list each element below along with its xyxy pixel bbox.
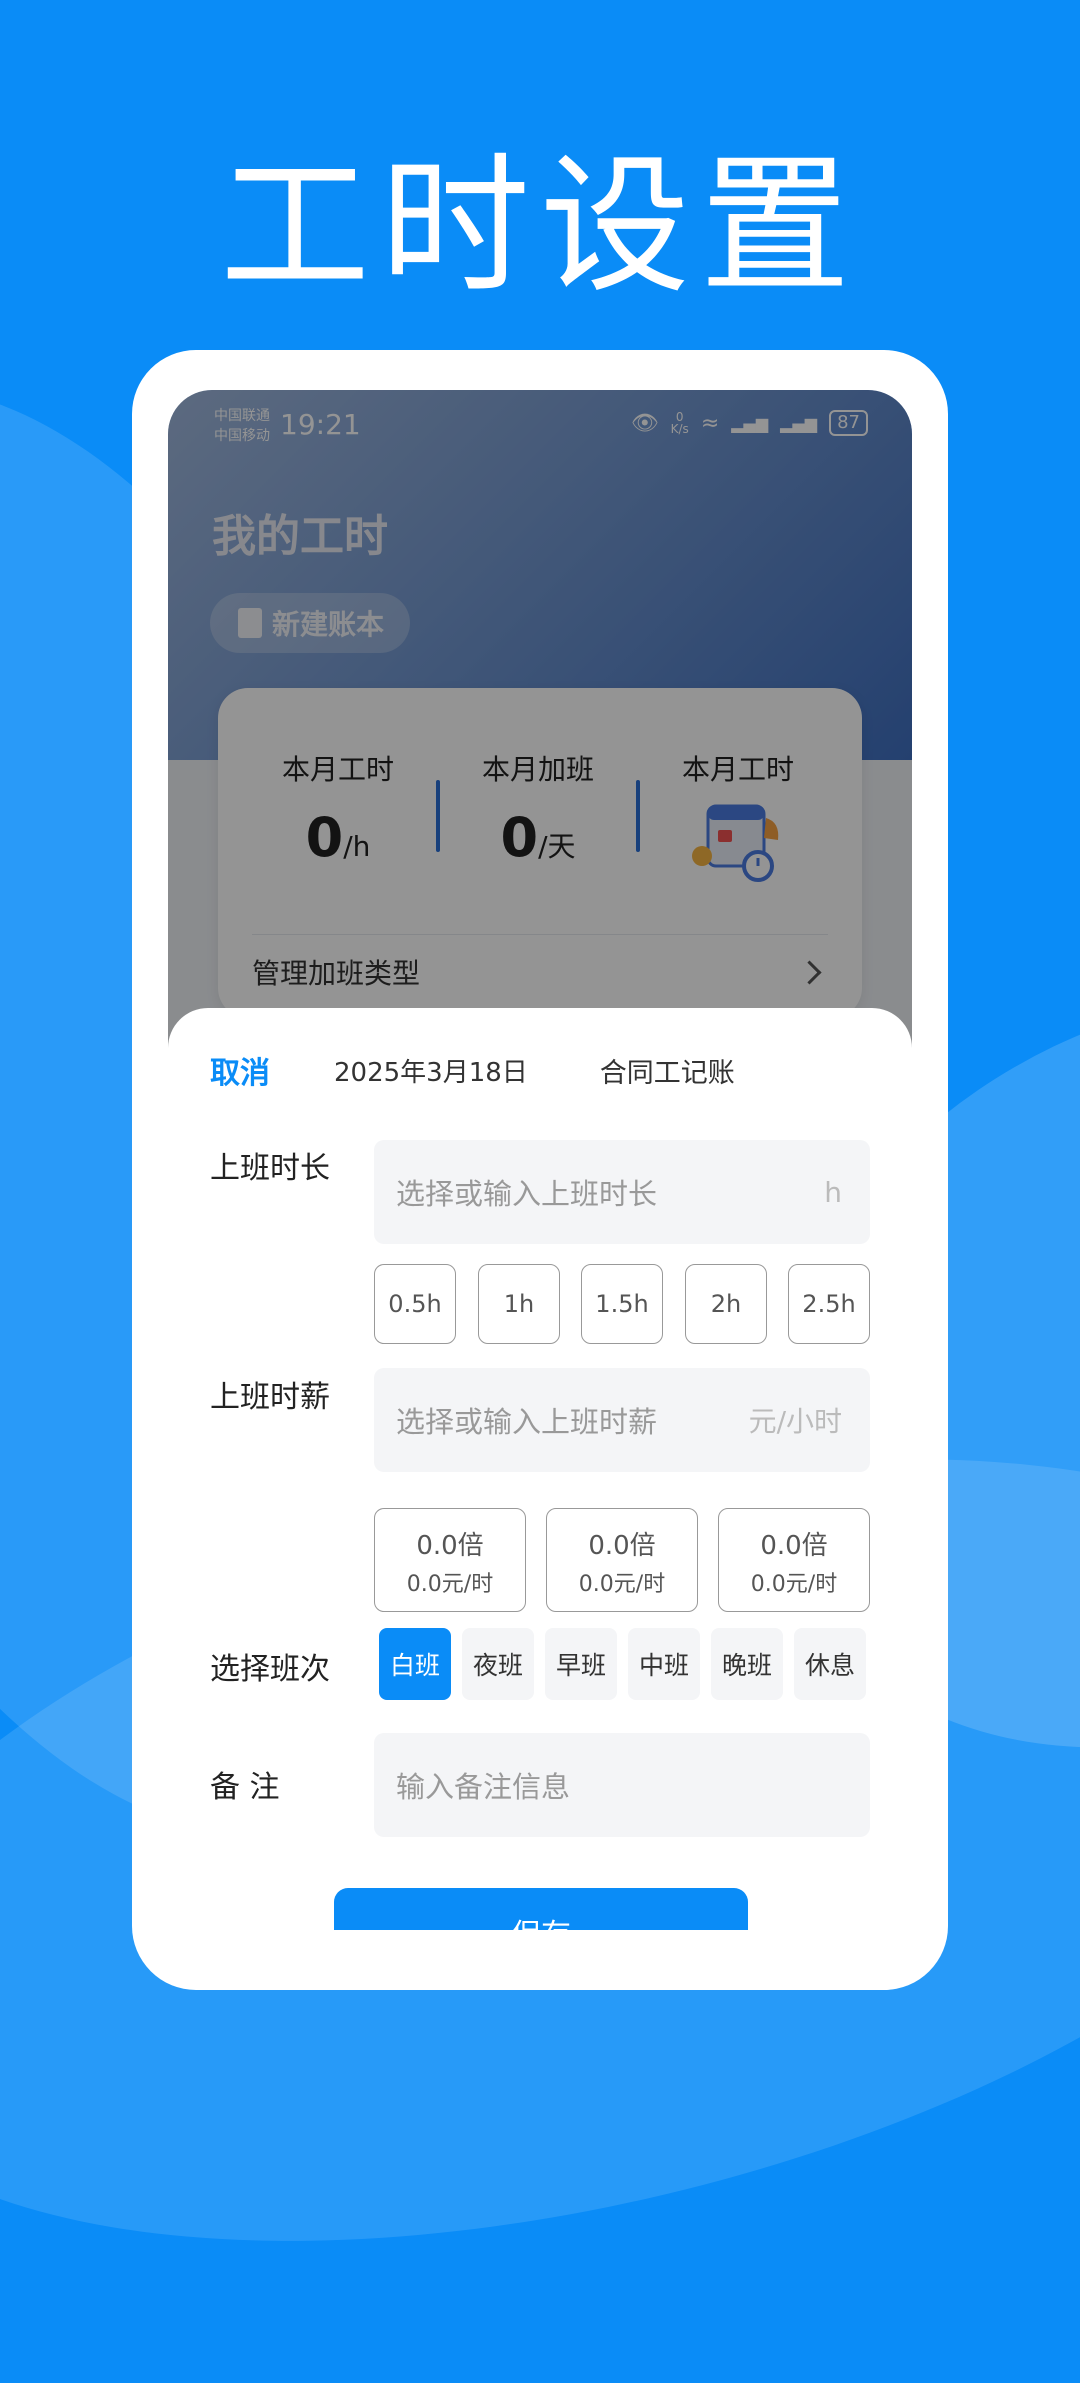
multiplier-rate: 0.0元/时 bbox=[406, 1572, 494, 1597]
hour-chip[interactable]: 1h bbox=[478, 1264, 560, 1344]
multiplier-value: 0.0倍 bbox=[416, 1531, 484, 1561]
note-input[interactable]: 输入备注信息 bbox=[374, 1733, 870, 1837]
work-hours-unit: h bbox=[824, 1175, 842, 1209]
shift-option-rest[interactable]: 休息 bbox=[794, 1628, 866, 1700]
mode-selector[interactable]: 合同工记账 bbox=[600, 1051, 735, 1090]
shift-option-early[interactable]: 早班 bbox=[545, 1628, 617, 1700]
work-hours-label: 上班时长 bbox=[210, 1151, 330, 1186]
multiplier-rate: 0.0元/时 bbox=[578, 1572, 666, 1597]
sheet-header: 取消 2025年3月18日 合同工记账 bbox=[210, 1048, 735, 1092]
hour-chip[interactable]: 1.5h bbox=[581, 1264, 663, 1344]
cancel-button[interactable]: 取消 bbox=[210, 1048, 270, 1092]
multiplier-value: 0.0倍 bbox=[588, 1531, 656, 1561]
date-selector[interactable]: 2025年3月18日 bbox=[334, 1052, 528, 1089]
work-hours-input[interactable]: 选择或输入上班时长 h bbox=[374, 1140, 870, 1244]
hour-chip[interactable]: 0.5h bbox=[374, 1264, 456, 1344]
multiplier-option[interactable]: 0.0倍 0.0元/时 bbox=[546, 1508, 698, 1612]
hero-title: 工时设置 bbox=[219, 140, 860, 314]
wage-placeholder: 选择或输入上班时薪 bbox=[396, 1405, 658, 1439]
shift-label: 选择班次 bbox=[210, 1652, 330, 1687]
wage-unit: 元/小时 bbox=[748, 1405, 842, 1438]
save-button[interactable]: 保存 bbox=[334, 1888, 748, 1930]
note-placeholder: 输入备注信息 bbox=[396, 1770, 571, 1804]
wage-input[interactable]: 选择或输入上班时薪 元/小时 bbox=[374, 1368, 870, 1472]
hour-chip[interactable]: 2h bbox=[685, 1264, 767, 1344]
wage-label: 上班时薪 bbox=[210, 1380, 330, 1415]
multiplier-option[interactable]: 0.0倍 0.0元/时 bbox=[718, 1508, 870, 1612]
work-hours-placeholder: 选择或输入上班时长 bbox=[396, 1177, 658, 1211]
note-label: 备 注 bbox=[210, 1770, 280, 1805]
multiplier-option[interactable]: 0.0倍 0.0元/时 bbox=[374, 1508, 526, 1612]
multiplier-rate: 0.0元/时 bbox=[750, 1572, 838, 1597]
hour-chip[interactable]: 2.5h bbox=[788, 1264, 870, 1344]
shift-option-day[interactable]: 白班 bbox=[379, 1628, 451, 1700]
shift-option-evening[interactable]: 晚班 bbox=[711, 1628, 783, 1700]
work-hours-sheet: 取消 2025年3月18日 合同工记账 上班时长 选择或输入上班时长 h 0.5… bbox=[168, 1008, 912, 1930]
shift-option-middle[interactable]: 中班 bbox=[628, 1628, 700, 1700]
shift-option-night[interactable]: 夜班 bbox=[462, 1628, 534, 1700]
phone-screen: 中国联通 中国移动 19:21 👁 0 K/s ≈ ▂▄▆ ▂▄▆ 87 我的工时… bbox=[168, 390, 912, 1930]
multiplier-value: 0.0倍 bbox=[760, 1531, 828, 1561]
